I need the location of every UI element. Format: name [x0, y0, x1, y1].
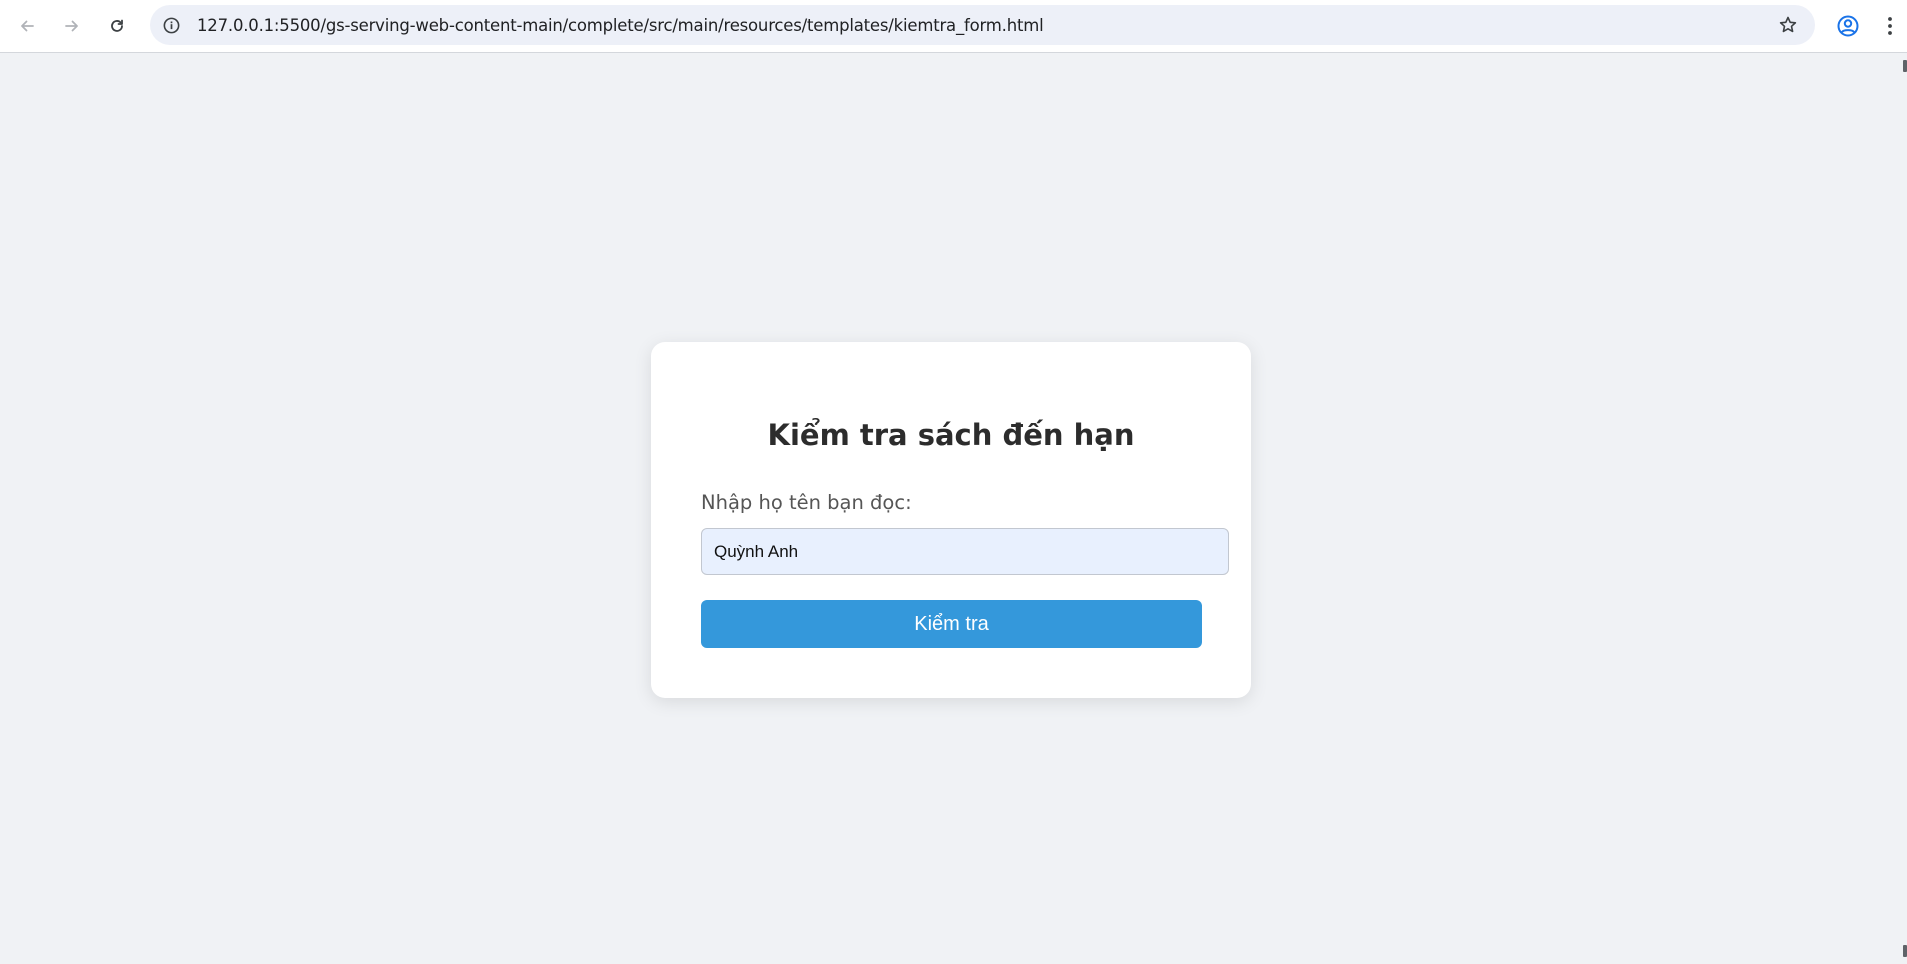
star-icon[interactable]: [1777, 14, 1799, 36]
scroll-up-arrow[interactable]: [1903, 60, 1907, 72]
profile-icon[interactable]: [1832, 10, 1864, 42]
form-card: Kiểm tra sách đến hạn Nhập họ tên bạn đọ…: [651, 342, 1251, 698]
reload-button[interactable]: [100, 9, 134, 43]
reload-icon: [111, 19, 123, 32]
reader-name-input[interactable]: [701, 528, 1229, 575]
form-title: Kiểm tra sách đến hạn: [767, 418, 1135, 452]
browser-toolbar: 127.0.0.1:5500/gs-serving-web-content-ma…: [0, 0, 1907, 53]
address-bar[interactable]: 127.0.0.1:5500/gs-serving-web-content-ma…: [150, 5, 1815, 45]
scroll-down-arrow[interactable]: [1903, 945, 1907, 957]
back-button[interactable]: [10, 9, 44, 43]
arrow-left-icon: [21, 20, 34, 32]
arrow-right-icon: [65, 20, 78, 32]
info-icon[interactable]: [160, 14, 182, 36]
page-scrollbar[interactable]: [1903, 54, 1907, 964]
kebab-menu-icon[interactable]: [1880, 10, 1900, 42]
forward-button[interactable]: [55, 9, 89, 43]
url-text[interactable]: 127.0.0.1:5500/gs-serving-web-content-ma…: [197, 16, 1044, 35]
reader-name-label: Nhập họ tên bạn đọc:: [701, 491, 912, 514]
check-button[interactable]: Kiểm tra: [701, 600, 1202, 648]
